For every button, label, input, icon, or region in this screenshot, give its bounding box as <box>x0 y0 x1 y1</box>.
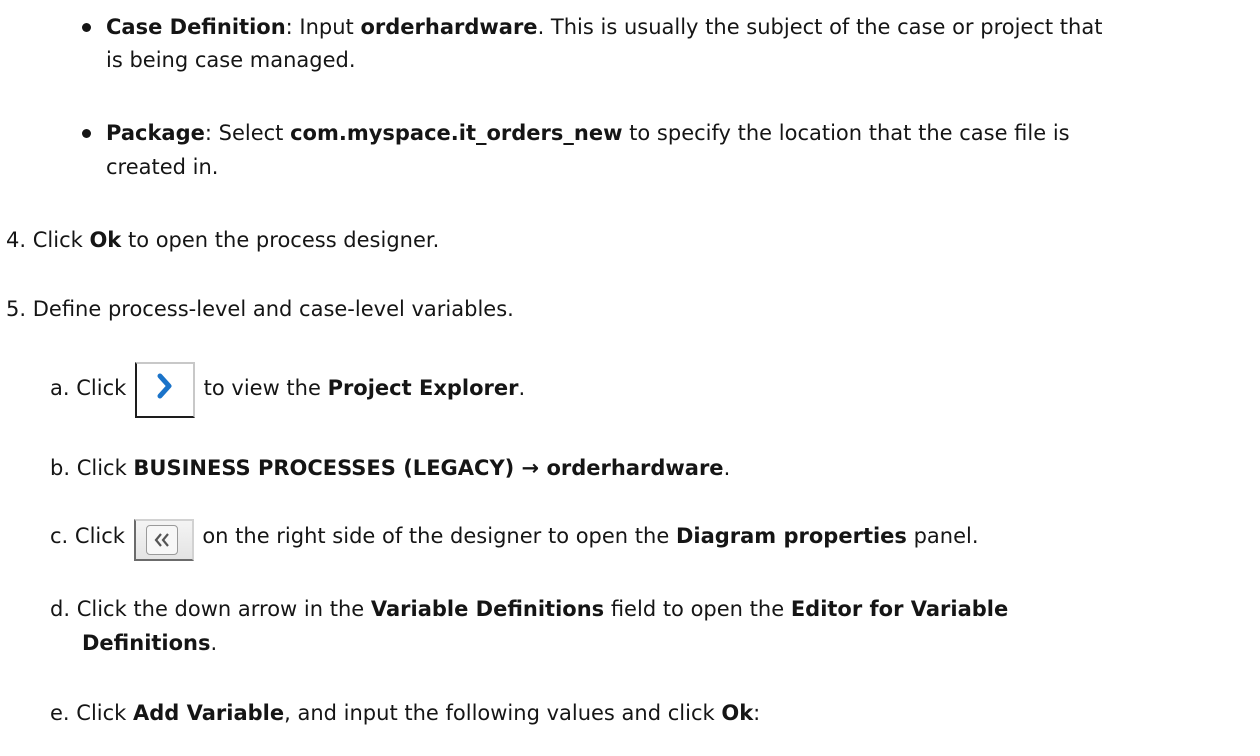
ok-button-ref: Ok <box>721 701 754 725</box>
substep-text: Click the down arrow in the <box>76 597 371 621</box>
ok-button-ref: Ok <box>89 228 122 252</box>
substep-d: d. Click the down arrow in the Variable … <box>50 592 1008 626</box>
substep-text: on the right side of the designer to ope… <box>195 524 676 548</box>
substep-text: Click <box>76 701 134 725</box>
substep-text: Click <box>76 456 134 480</box>
substep-text: field to open the <box>604 597 791 621</box>
substep-letter: b. <box>50 456 71 480</box>
substep-text: panel. <box>906 524 979 548</box>
editor-ref-continuation: Definitions <box>82 631 211 655</box>
document-page: Case Definition: Input orderhardware. Th… <box>0 0 1260 756</box>
substep-e: e. Click Add Variable, and input the fol… <box>50 696 760 730</box>
substep-continuation: Definitions. <box>82 626 217 660</box>
list-item-continuation: is being case managed. <box>106 43 356 77</box>
chevron-right-icon <box>134 362 195 418</box>
list-bullet <box>82 23 91 32</box>
item-label: Package <box>106 121 205 145</box>
step-number: 4. <box>6 228 27 252</box>
list-item-package: Package: Select com.myspace.it_orders_ne… <box>106 116 1070 150</box>
substep-text: to view the <box>196 376 328 400</box>
step-text: Define process-level and case-level vari… <box>32 297 514 321</box>
business-processes-path: BUSINESS PROCESSES (LEGACY) → orderhardw… <box>133 456 724 480</box>
substep-b: b. Click BUSINESS PROCESSES (LEGACY) → o… <box>50 451 730 485</box>
substep-text: Click <box>74 524 132 548</box>
item-text: to specify the location that the case fi… <box>622 121 1070 145</box>
item-text: . This is usually the subject of the cas… <box>537 15 1103 39</box>
step-5: 5. Define process-level and case-level v… <box>6 292 514 326</box>
item-text: created in. <box>106 155 219 179</box>
substep-text: , and input the following values and cli… <box>284 701 722 725</box>
substep-text: . <box>210 631 218 655</box>
step-text: to open the process designer. <box>121 228 440 252</box>
item-text: : Input <box>285 15 361 39</box>
double-chevron-left-icon <box>133 519 194 561</box>
step-4: 4. Click Ok to open the process designer… <box>6 223 439 257</box>
add-variable-ref: Add Variable <box>133 701 285 725</box>
substep-letter: c. <box>50 524 69 548</box>
item-value: orderhardware <box>360 15 538 39</box>
substep-text: Click <box>76 376 133 400</box>
substep-c: c. Click on the right side of the design… <box>50 511 979 561</box>
diagram-properties-ref: Diagram properties <box>675 524 907 548</box>
editor-ref: Editor for Variable <box>790 597 1009 621</box>
step-number: 5. <box>6 297 27 321</box>
substep-letter: a. <box>50 376 70 400</box>
list-item-case-definition: Case Definition: Input orderhardware. Th… <box>106 10 1102 44</box>
substep-a: a. Click to view the Project Explorer. <box>50 358 525 418</box>
substep-text: . <box>518 376 526 400</box>
substep-text: : <box>753 701 761 725</box>
item-label: Case Definition <box>106 15 286 39</box>
substep-text: . <box>723 456 731 480</box>
item-text: is being case managed. <box>106 48 356 72</box>
list-item-continuation: created in. <box>106 150 219 184</box>
item-text: : Select <box>204 121 291 145</box>
step-text: Click <box>32 228 90 252</box>
variable-definitions-ref: Variable Definitions <box>370 597 605 621</box>
substep-letter: e. <box>50 701 70 725</box>
list-bullet <box>82 129 91 138</box>
project-explorer-ref: Project Explorer <box>327 376 519 400</box>
item-value: com.myspace.it_orders_new <box>290 121 623 145</box>
substep-letter: d. <box>50 597 71 621</box>
